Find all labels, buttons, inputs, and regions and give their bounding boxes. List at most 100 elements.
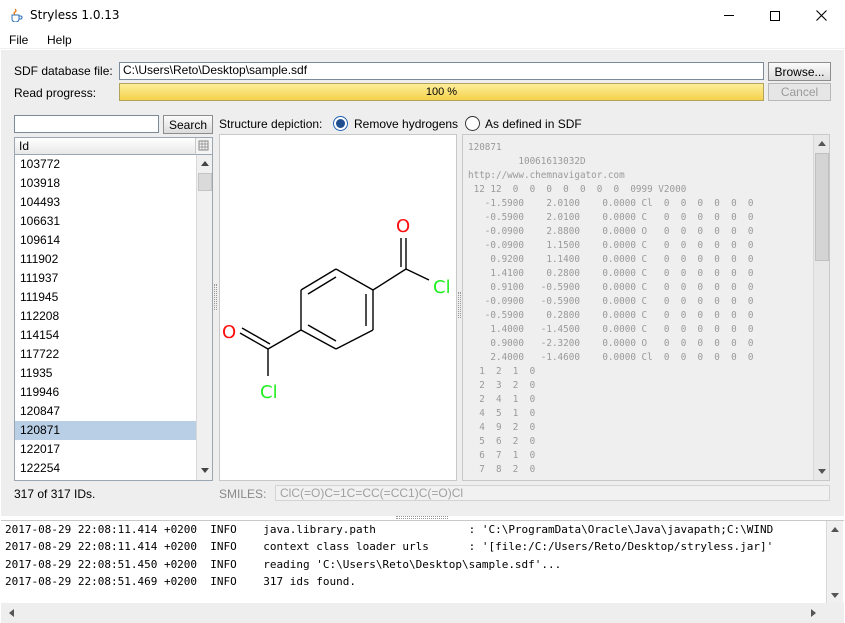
log-line: 2017-08-29 22:08:11.414 +0200 INFO conte… — [5, 540, 774, 554]
log-content: 2017-08-29 22:08:11.414 +0200 INFO java.… — [5, 521, 773, 590]
log-horizontal-scrollbar[interactable] — [1, 603, 844, 623]
id-list-item[interactable]: 112208 — [15, 307, 196, 326]
id-list-item[interactable]: 109614 — [15, 231, 196, 250]
id-count-label: 317 of 317 IDs. — [14, 487, 96, 501]
close-icon — [815, 10, 827, 21]
scroll-right-icon[interactable] — [811, 609, 816, 617]
id-list-item[interactable]: 106631 — [15, 212, 196, 231]
ring-bond — [335, 268, 374, 291]
id-list-item[interactable]: 111937 — [15, 269, 196, 288]
molfile-line: 4 5 1 0 — [468, 408, 536, 419]
java-cup-icon — [9, 8, 23, 23]
smiles-field[interactable]: ClC(=O)C=1C=CC(=CC1)C(=O)Cl — [275, 485, 830, 501]
id-list-item[interactable]: 104493 — [15, 193, 196, 212]
id-list-item[interactable]: 119946 — [15, 383, 196, 402]
as-defined-radio[interactable] — [465, 116, 480, 131]
atom-label-cl: Cl — [260, 382, 278, 403]
minimize-button[interactable] — [706, 0, 752, 31]
carbonyl-bond — [372, 268, 407, 291]
close-button[interactable] — [798, 0, 844, 31]
scroll-up-icon[interactable] — [201, 161, 209, 166]
id-list-item[interactable]: 11935 — [15, 364, 196, 383]
molfile-line: 6 7 1 0 — [468, 450, 536, 461]
scroll-left-icon[interactable] — [9, 609, 14, 617]
log-line: 2017-08-29 22:08:11.414 +0200 INFO java.… — [5, 523, 774, 536]
molfile-line: 4 9 2 0 — [468, 422, 536, 433]
molfile-line: -1.5900 2.0100 0.0000 Cl 0 0 0 0 0 0 — [468, 198, 754, 209]
splitter-grip-bottom[interactable] — [396, 516, 448, 519]
id-column-header[interactable]: Id — [15, 138, 195, 155]
id-list-item[interactable]: 120871 — [15, 421, 196, 440]
atom-label-o: O — [396, 216, 410, 237]
id-table[interactable]: Id 103772 103918 104493 106631 109614 111902 1… — [14, 137, 213, 481]
scroll-thumb[interactable] — [815, 153, 829, 261]
smiles-label: SMILES: — [219, 487, 267, 501]
table-corner-icon[interactable] — [195, 138, 212, 155]
atom-label-cl: Cl — [433, 277, 451, 298]
molfile-line: 2.4000 -1.4600 0.0000 Cl 0 0 0 0 0 0 — [468, 352, 754, 363]
molfile-line: 1 2 1 0 — [468, 366, 536, 377]
molfile-line: -0.0900 -0.5900 0.0000 C 0 0 0 0 0 0 — [468, 296, 754, 307]
molfile-line: 12 12 0 0 0 0 0 0 0 0999 V2000 — [468, 184, 687, 195]
search-input[interactable] — [14, 115, 159, 133]
id-list-item[interactable]: 103918 — [15, 174, 196, 193]
splitter-grip-right[interactable] — [458, 292, 461, 318]
id-list-item[interactable]: 122254 — [15, 459, 196, 478]
log-scrollbar[interactable] — [826, 521, 843, 603]
sdf-file-field[interactable]: C:\Users\Reto\Desktop\sample.sdf — [119, 62, 764, 80]
carbonyl-bond — [267, 329, 302, 350]
scroll-down-icon[interactable] — [201, 468, 209, 473]
id-list-item[interactable]: 103772 — [15, 155, 196, 174]
molfile-line: http://www.chemnavigator.com — [468, 170, 625, 181]
read-progress-label: Read progress: — [14, 86, 97, 100]
molfile-line: 1.4000 -1.4500 0.0000 C 0 0 0 0 0 0 — [468, 324, 754, 335]
structure-depiction: O Cl O Cl — [219, 134, 457, 481]
splitter-grip-left[interactable] — [214, 284, 217, 310]
remove-hydrogens-radio[interactable] — [333, 116, 348, 131]
molfile-line: 10061613032D — [468, 156, 586, 167]
molfile-line: 0.9000 -2.3200 0.0000 O 0 0 0 0 0 0 — [468, 338, 754, 349]
ring-bond — [300, 329, 337, 350]
atom-label-o: O — [222, 322, 236, 343]
molfile-text-area[interactable]: 120871 10061613032D http://www.chemnaviga… — [462, 134, 830, 481]
log-panel[interactable]: 2017-08-29 22:08:11.414 +0200 INFO java.… — [1, 520, 844, 603]
scroll-up-icon[interactable] — [831, 527, 839, 532]
radio-selected-dot — [336, 119, 345, 128]
scroll-up-icon[interactable] — [818, 141, 826, 146]
sdf-file-label: SDF database file: — [14, 64, 113, 78]
id-list-scrollbar[interactable] — [196, 155, 212, 480]
search-button[interactable]: Search — [163, 115, 213, 134]
molfile-line: 7 8 2 0 — [468, 464, 536, 475]
molfile-line: -0.0900 1.1500 0.0000 C 0 0 0 0 0 0 — [468, 240, 754, 251]
structure-depiction-label: Structure depiction: — [219, 117, 323, 131]
menu-help[interactable]: Help — [47, 33, 72, 47]
molfile-line: 2 3 2 0 — [468, 380, 536, 391]
molfile-line: -0.5900 0.2800 0.0000 C 0 0 0 0 0 0 — [468, 310, 754, 321]
read-progress-bar: 100 % — [119, 83, 764, 101]
id-list-item[interactable]: 122017 — [15, 440, 196, 459]
window-title: Stryless 1.0.13 — [30, 8, 120, 22]
browse-button[interactable]: Browse... — [768, 62, 831, 81]
remove-hydrogens-label[interactable]: Remove hydrogens — [354, 117, 458, 131]
id-list-item[interactable]: 111945 — [15, 288, 196, 307]
id-list-item[interactable]: 114154 — [15, 326, 196, 345]
molfile-scrollbar[interactable] — [813, 135, 829, 480]
ring-inner-bond — [307, 324, 337, 342]
as-defined-label[interactable]: As defined in SDF — [485, 117, 582, 131]
menu-file[interactable]: File — [9, 33, 28, 47]
id-list-item[interactable]: 117722 — [15, 345, 196, 364]
molfile-line: 0.9100 -0.5900 0.0000 C 0 0 0 0 0 0 — [468, 282, 754, 293]
c-cl-bond — [405, 268, 430, 281]
id-list-item[interactable]: 120847 — [15, 402, 196, 421]
scroll-thumb[interactable] — [198, 173, 212, 191]
minimize-icon — [724, 15, 734, 16]
molfile-line: -0.0900 2.8800 0.0000 O 0 0 0 0 0 0 — [468, 226, 754, 237]
molfile-line: 0.9200 1.1400 0.0000 C 0 0 0 0 0 0 — [468, 254, 754, 265]
cancel-button[interactable]: Cancel — [768, 83, 831, 101]
molfile-line: 1.4100 0.2800 0.0000 C 0 0 0 0 0 0 — [468, 268, 754, 279]
scroll-down-icon[interactable] — [831, 593, 839, 598]
ring-inner-bond — [307, 276, 337, 295]
scroll-down-icon[interactable] — [818, 469, 826, 474]
id-list-item[interactable]: 111902 — [15, 250, 196, 269]
maximize-button[interactable] — [752, 0, 798, 31]
